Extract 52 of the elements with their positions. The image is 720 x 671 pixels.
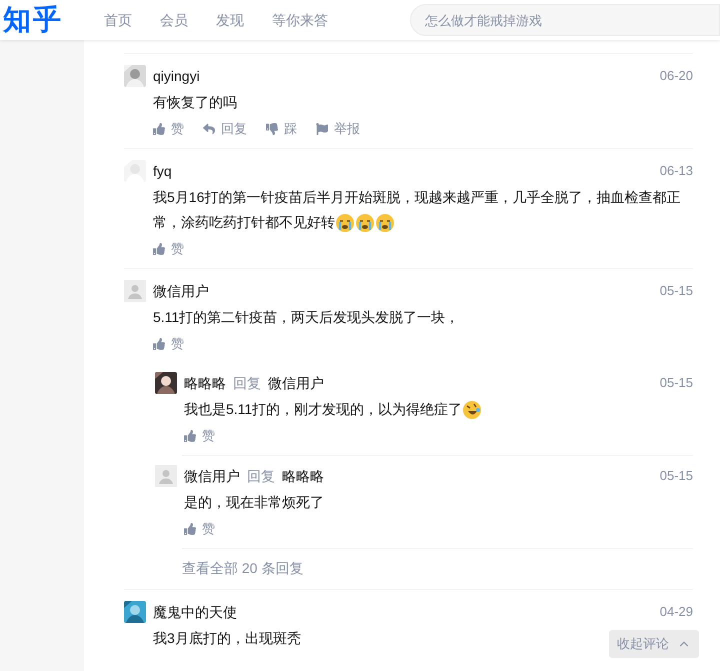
nav-link[interactable]: 等你来答: [272, 10, 328, 30]
like-button[interactable]: 赞: [153, 334, 184, 354]
comment-date: 05-15: [660, 467, 693, 486]
flag-icon: [316, 123, 328, 135]
search-field[interactable]: 怎么做才能戒掉游戏: [410, 4, 720, 36]
comment-text: 我5月16打的第一针疫苗后半月开始斑脱，现越来越严重，几乎全脱了，抽血检查都正常，涂药吃药打针都不见好转: [153, 185, 689, 235]
author-name[interactable]: qiyingyi: [153, 66, 200, 86]
like-button[interactable]: 赞: [184, 426, 215, 446]
thumbs-down-icon: [266, 123, 278, 135]
thumbs-up-icon: [153, 338, 165, 350]
comment-date: 06-20: [660, 67, 693, 86]
report-button[interactable]: 举报: [316, 119, 360, 139]
reply-label: 回复: [247, 466, 275, 486]
comment-date: 04-29: [660, 603, 693, 622]
author-name[interactable]: 魔鬼中的天使: [153, 602, 237, 622]
collapse-comments-button[interactable]: 收起评论: [609, 630, 699, 658]
comment-text: 是的，现在非常烦死了: [184, 493, 324, 512]
comment-text: 有恢复了的吗: [153, 93, 237, 112]
like-button[interactable]: 赞: [153, 239, 184, 259]
reply-to-name[interactable]: 微信用户: [268, 372, 324, 394]
comment-text: 我也是5.11打的，刚才发现的，以为得绝症了: [184, 397, 482, 422]
thumbs-up-icon: [184, 523, 196, 535]
nav-link[interactable]: 首页: [104, 10, 132, 30]
crying-face-icon: [375, 213, 395, 234]
comment-date: 06-13: [660, 162, 693, 180]
nav-link[interactable]: 发现: [216, 10, 244, 30]
comment-date: 05-15: [660, 282, 693, 300]
logo[interactable]: 知乎: [3, 6, 73, 34]
reply-arrow-icon: [203, 123, 215, 135]
thumbs-up-icon: [153, 243, 165, 255]
like-button[interactable]: 赞: [184, 519, 215, 539]
crying-face-icon: [335, 213, 355, 234]
comment-text: 5.11打的第二针疫苗，两天后发现头发脱了一块，: [153, 308, 460, 327]
author-name[interactable]: 略略略: [184, 372, 226, 394]
thumbs-up-icon: [184, 430, 196, 442]
reply-label: 回复: [233, 374, 261, 392]
author-name[interactable]: 微信用户: [153, 280, 209, 302]
crying-face-icon: [355, 213, 375, 234]
default-avatar-icon: [155, 465, 177, 487]
thumbs-up-icon: [153, 123, 165, 135]
nav-link[interactable]: 会员: [160, 10, 188, 30]
like-button[interactable]: 赞: [153, 119, 184, 139]
reply-to-name[interactable]: 略略略: [282, 466, 324, 486]
laughing-face-icon: [462, 400, 482, 420]
author-name[interactable]: fyq: [153, 160, 172, 182]
view-all-replies-link[interactable]: 查看全部 20 条回复: [182, 558, 304, 579]
comment-date: 05-15: [660, 374, 693, 392]
author-name[interactable]: 微信用户: [184, 466, 240, 486]
default-avatar-icon: [124, 280, 146, 302]
reply-button[interactable]: 回复: [203, 119, 247, 139]
dislike-button[interactable]: 踩: [266, 119, 297, 139]
comment-text: 我3月底打的，出现斑秃: [153, 629, 301, 648]
